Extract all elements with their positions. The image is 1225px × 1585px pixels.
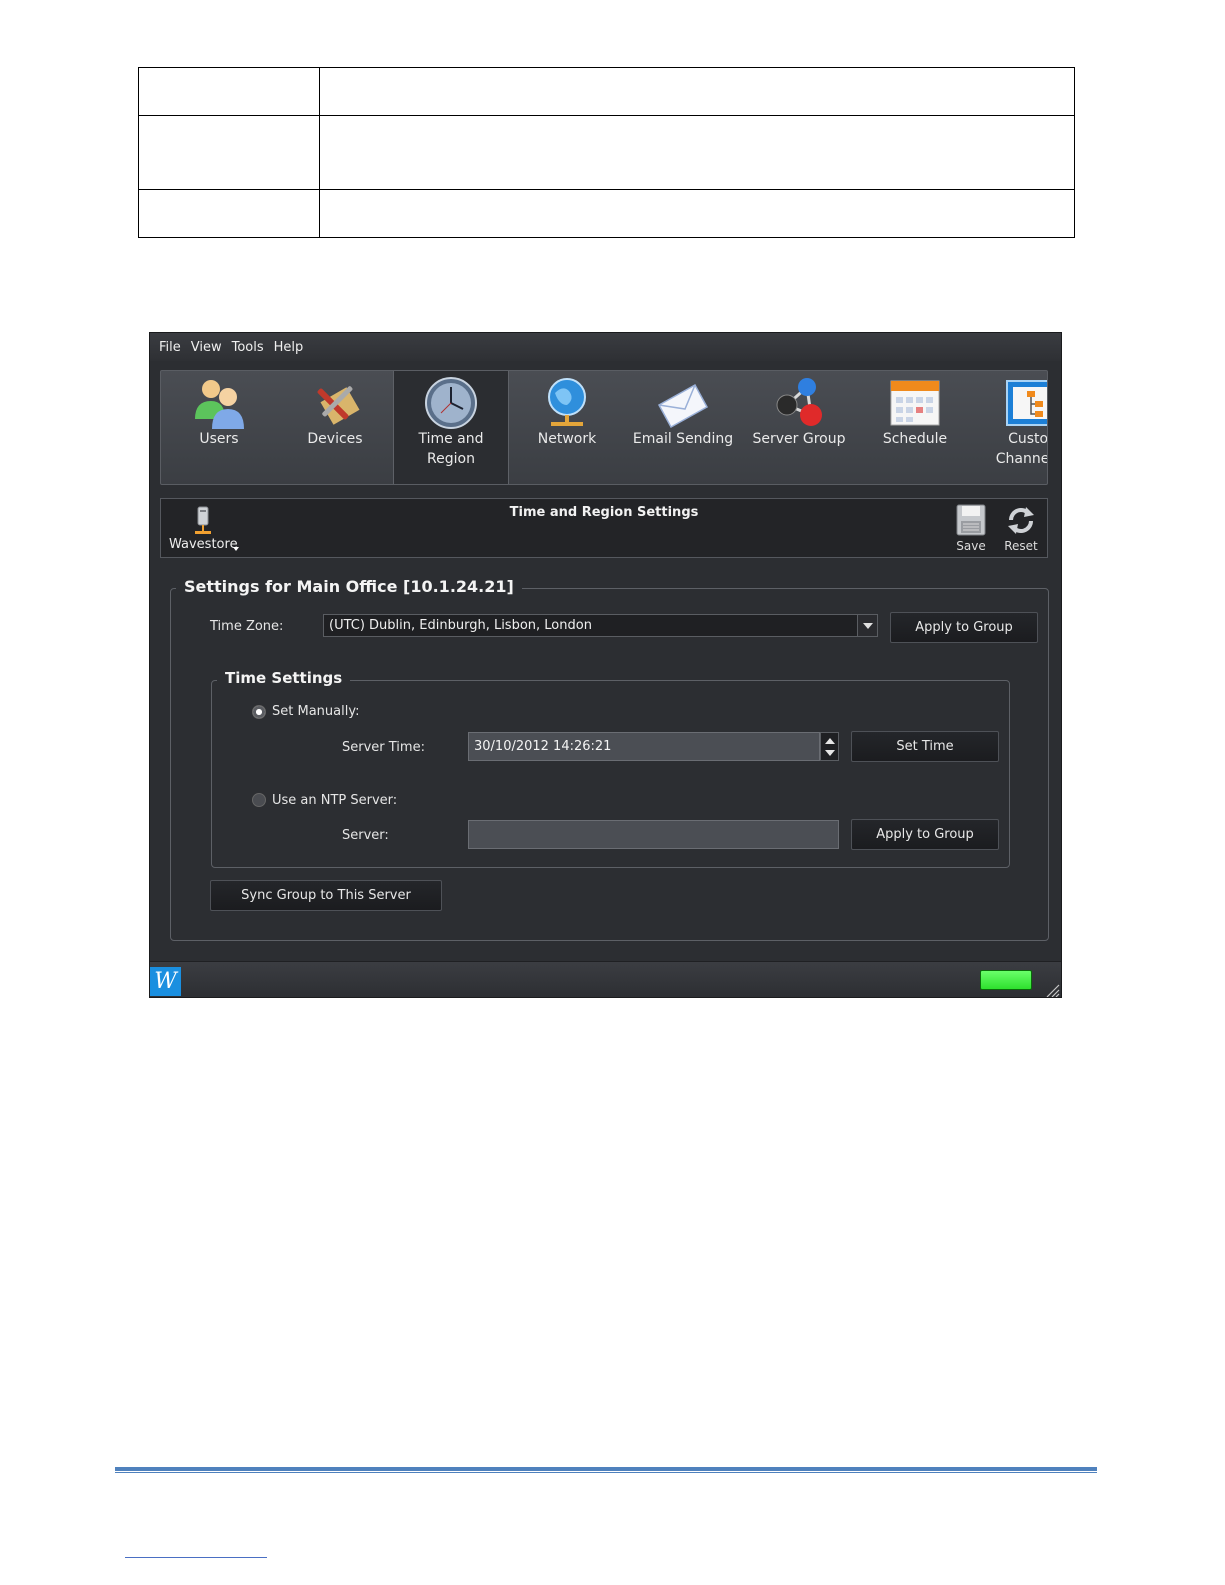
tab-devices[interactable]: Devices <box>277 371 393 484</box>
tab-network[interactable]: Network <box>509 371 625 484</box>
table-row <box>138 67 1075 116</box>
menu-file[interactable]: File <box>154 340 186 355</box>
status-bar: W <box>150 961 1061 998</box>
settings-toolbar: Time and Region Settings Wavestore Save <box>160 498 1048 558</box>
status-indicator <box>980 970 1032 990</box>
menu-view[interactable]: View <box>186 340 227 355</box>
table-row <box>138 115 1075 190</box>
use-ntp-server-label[interactable]: Use an NTP Server: <box>272 793 397 808</box>
chevron-down-icon <box>233 547 239 551</box>
save-label: Save <box>956 539 986 553</box>
apply-to-group-button[interactable]: Apply to Group <box>890 612 1038 643</box>
envelope-icon <box>657 383 709 429</box>
resize-grip-icon[interactable] <box>1044 982 1060 998</box>
panel-title: Time and Region Settings <box>509 505 699 520</box>
tab-label: Devices <box>307 431 363 447</box>
tab-email-sending[interactable]: Email Sending <box>625 371 741 484</box>
calendar-icon <box>890 380 940 426</box>
reset-button[interactable]: Reset <box>999 503 1043 555</box>
settings-group-title: Settings for Main Office [10.1.24.21] <box>176 577 522 596</box>
tab-time-and-region[interactable]: Time and Region <box>393 371 509 484</box>
tab-label: Email Sending <box>632 431 734 447</box>
ntp-server-input[interactable] <box>468 820 839 849</box>
table-row <box>138 189 1075 238</box>
footer-rule <box>115 1467 1097 1471</box>
document-table <box>138 67 1075 238</box>
tab-label: Time and Region <box>418 431 484 467</box>
use-ntp-server-radio[interactable] <box>252 793 266 807</box>
reset-label: Reset <box>1004 539 1038 553</box>
menu-help[interactable]: Help <box>269 340 309 355</box>
ntp-apply-to-group-button[interactable]: Apply to Group <box>851 819 999 850</box>
server-time-label: Server Time: <box>342 740 425 755</box>
chevron-down-icon[interactable] <box>857 615 877 636</box>
menu-bar: File View Tools Help <box>150 333 1061 361</box>
time-zone-value: (UTC) Dublin, Edinburgh, Lisbon, London <box>329 618 592 633</box>
chevron-up-icon[interactable] <box>825 738 835 744</box>
table-cell <box>138 189 320 238</box>
tab-label: Schedule <box>882 431 948 447</box>
time-zone-select[interactable]: (UTC) Dublin, Edinburgh, Lisbon, London <box>323 614 878 637</box>
sync-group-button[interactable]: Sync Group to This Server <box>210 880 442 911</box>
wavestore-logo: W <box>150 967 181 996</box>
save-button[interactable]: Save <box>949 503 993 555</box>
app-window: File View Tools Help Users Devices Time … <box>149 332 1062 998</box>
tab-label: Network <box>537 431 597 447</box>
set-manually-label[interactable]: Set Manually: <box>272 704 359 719</box>
clock-icon <box>425 377 477 429</box>
custom-channel-icon <box>1006 380 1047 426</box>
tab-server-group[interactable]: Server Group <box>741 371 857 484</box>
server-tower-icon <box>195 506 211 534</box>
table-cell <box>319 189 1075 238</box>
server-time-spinner[interactable] <box>820 732 839 761</box>
logo-letter: W <box>154 969 177 994</box>
devices-icon <box>317 386 360 425</box>
set-time-button[interactable]: Set Time <box>851 731 999 762</box>
chevron-down-icon[interactable] <box>825 750 835 756</box>
server-group-icon <box>776 378 822 426</box>
time-settings-title: Time Settings <box>217 669 351 687</box>
refresh-icon <box>1008 507 1034 534</box>
server-label: Server: <box>342 828 389 843</box>
tab-label: Custor Channel T <box>995 431 1048 467</box>
tab-custom-channel[interactable]: Custor Channel T <box>973 371 1048 484</box>
wavestore-label: Wavestore <box>169 537 238 552</box>
table-cell <box>138 115 320 190</box>
globe-network-icon <box>548 378 586 426</box>
wavestore-dropdown-button[interactable]: Wavestore <box>167 503 239 555</box>
tab-users[interactable]: Users <box>161 371 277 484</box>
tab-label: Server Group <box>752 431 846 447</box>
table-cell <box>319 115 1075 190</box>
table-cell <box>138 67 320 116</box>
users-icon <box>195 380 244 429</box>
footer-link-underline[interactable] <box>125 1557 267 1558</box>
time-zone-label: Time Zone: <box>210 619 284 634</box>
tab-label: Users <box>199 431 239 447</box>
footer-rule-thin <box>115 1472 1097 1473</box>
category-toolbar: Users Devices Time and Region Network Em… <box>160 370 1048 485</box>
floppy-disk-icon <box>956 504 986 536</box>
set-manually-radio[interactable] <box>252 705 266 719</box>
tab-schedule[interactable]: Schedule <box>857 371 973 484</box>
table-cell <box>319 67 1075 116</box>
menu-tools[interactable]: Tools <box>227 340 269 355</box>
server-time-input[interactable]: 30/10/2012 14:26:21 <box>468 732 820 761</box>
